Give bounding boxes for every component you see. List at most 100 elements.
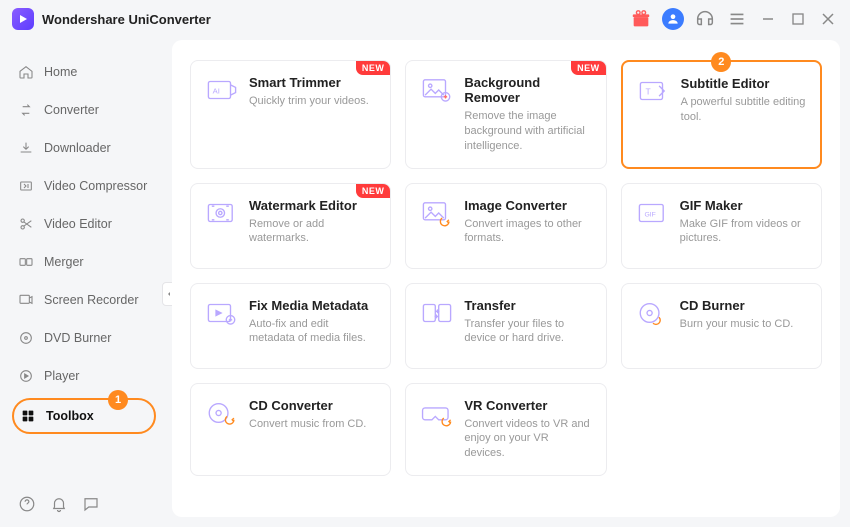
tool-card-cd-converter[interactable]: CD Converter Convert music from CD. — [190, 383, 391, 477]
toolbox-icon — [20, 408, 36, 424]
menu-icon[interactable] — [726, 8, 748, 30]
sidebar-item-video-compressor[interactable]: Video Compressor — [12, 170, 156, 202]
annotation-badge-2: 2 — [711, 52, 731, 72]
tool-card-watermark-editor[interactable]: NEW Watermark Editor Remove or add water… — [190, 183, 391, 269]
annotation-badge-1: 1 — [108, 390, 128, 410]
svg-text:AI: AI — [213, 86, 220, 95]
image-converter-icon — [420, 198, 454, 228]
close-button[interactable] — [818, 9, 838, 29]
tool-card-gif-maker[interactable]: GIF GIF Maker Make GIF from videos or pi… — [621, 183, 822, 269]
tool-title: Subtitle Editor — [681, 76, 806, 91]
tool-title: GIF Maker — [680, 198, 807, 213]
tool-card-cd-burner[interactable]: CD Burner Burn your music to CD. — [621, 283, 822, 369]
scissors-icon — [18, 216, 34, 232]
tool-desc: Remove the image background with artific… — [464, 109, 591, 154]
new-badge: NEW — [571, 61, 606, 75]
converter-icon — [18, 102, 34, 118]
gift-icon[interactable] — [630, 8, 652, 30]
tool-desc: Auto-fix and edit metadata of media file… — [249, 317, 376, 347]
svg-text:T: T — [645, 86, 650, 96]
sidebar-item-label: DVD Burner — [44, 331, 111, 345]
sidebar-item-player[interactable]: Player — [12, 360, 156, 392]
sidebar-item-merger[interactable]: Merger — [12, 246, 156, 278]
transfer-icon — [420, 298, 454, 328]
sidebar-item-label: Video Editor — [44, 217, 112, 231]
home-icon — [18, 64, 34, 80]
vr-converter-icon — [420, 398, 454, 428]
tool-title: CD Burner — [680, 298, 807, 313]
new-badge: NEW — [356, 61, 391, 75]
smart-trimmer-icon: AI — [205, 75, 239, 105]
maximize-button[interactable] — [788, 9, 808, 29]
metadata-icon — [205, 298, 239, 328]
help-icon[interactable] — [18, 495, 36, 513]
minimize-button[interactable] — [758, 9, 778, 29]
tool-card-transfer[interactable]: Transfer Transfer your files to device o… — [405, 283, 606, 369]
merge-icon — [18, 254, 34, 270]
tool-title: Watermark Editor — [249, 198, 376, 213]
feedback-icon[interactable] — [82, 495, 100, 513]
tool-title: Transfer — [464, 298, 591, 313]
tool-desc: Make GIF from videos or pictures. — [680, 217, 807, 247]
subtitle-editor-icon: T — [637, 76, 671, 106]
sidebar-item-label: Merger — [44, 255, 84, 269]
disc-icon — [18, 330, 34, 346]
watermark-editor-icon — [205, 198, 239, 228]
tool-title: CD Converter — [249, 398, 376, 413]
tool-desc: A powerful subtitle editing tool. — [681, 95, 806, 125]
sidebar-item-label: Home — [44, 65, 77, 79]
sidebar-item-label: Player — [44, 369, 79, 383]
tool-desc: Convert music from CD. — [249, 417, 376, 432]
gif-maker-icon: GIF — [636, 198, 670, 228]
tool-desc: Burn your music to CD. — [680, 317, 807, 332]
sidebar-item-downloader[interactable]: Downloader — [12, 132, 156, 164]
titlebar: Wondershare UniConverter — [0, 0, 850, 38]
sidebar-footer — [12, 489, 156, 519]
new-badge: NEW — [356, 184, 391, 198]
cd-burner-icon — [636, 298, 670, 328]
sidebar-item-label: Converter — [44, 103, 99, 117]
tool-card-smart-trimmer[interactable]: NEW AI Smart Trimmer Quickly trim your v… — [190, 60, 391, 169]
sidebar-item-dvd-burner[interactable]: DVD Burner — [12, 322, 156, 354]
compress-icon — [18, 178, 34, 194]
app-title: Wondershare UniConverter — [42, 12, 211, 27]
sidebar-item-home[interactable]: Home — [12, 56, 156, 88]
titlebar-controls — [630, 8, 838, 30]
sidebar-item-label: Downloader — [44, 141, 111, 155]
sidebar-item-label: Video Compressor — [44, 179, 147, 193]
record-icon — [18, 292, 34, 308]
tool-desc: Quickly trim your videos. — [249, 94, 376, 109]
user-avatar-icon[interactable] — [662, 8, 684, 30]
tool-card-fix-media-metadata[interactable]: Fix Media Metadata Auto-fix and edit met… — [190, 283, 391, 369]
tool-desc: Transfer your files to device or hard dr… — [464, 317, 591, 347]
tool-card-image-converter[interactable]: Image Converter Convert images to other … — [405, 183, 606, 269]
sidebar-item-screen-recorder[interactable]: Screen Recorder — [12, 284, 156, 316]
sidebar-item-video-editor[interactable]: Video Editor — [12, 208, 156, 240]
tool-title: VR Converter — [464, 398, 591, 413]
sidebar-item-label: Screen Recorder — [44, 293, 139, 307]
tools-grid: NEW AI Smart Trimmer Quickly trim your v… — [190, 60, 822, 476]
sidebar: Home Converter Downloader Video Compress… — [0, 38, 168, 527]
play-icon — [18, 368, 34, 384]
app-logo-icon — [12, 8, 34, 30]
support-icon[interactable] — [694, 8, 716, 30]
tool-title: Smart Trimmer — [249, 75, 376, 90]
sidebar-item-converter[interactable]: Converter — [12, 94, 156, 126]
tool-title: Fix Media Metadata — [249, 298, 376, 313]
tool-card-subtitle-editor[interactable]: 2 T Subtitle Editor A powerful subtitle … — [621, 60, 822, 169]
background-remover-icon — [420, 75, 454, 105]
svg-text:GIF: GIF — [644, 211, 655, 218]
sidebar-item-label: Toolbox — [46, 409, 94, 423]
tool-card-vr-converter[interactable]: VR Converter Convert videos to VR and en… — [405, 383, 606, 477]
tool-title: Image Converter — [464, 198, 591, 213]
tool-card-background-remover[interactable]: NEW Background Remover Remove the image … — [405, 60, 606, 169]
content-panel: NEW AI Smart Trimmer Quickly trim your v… — [172, 40, 840, 517]
cd-converter-icon — [205, 398, 239, 428]
tool-desc: Convert videos to VR and enjoy on your V… — [464, 417, 591, 462]
bell-icon[interactable] — [50, 495, 68, 513]
download-icon — [18, 140, 34, 156]
tool-desc: Convert images to other formats. — [464, 217, 591, 247]
tool-title: Background Remover — [464, 75, 591, 105]
sidebar-item-toolbox[interactable]: Toolbox 1 — [12, 398, 156, 434]
tool-desc: Remove or add watermarks. — [249, 217, 376, 247]
